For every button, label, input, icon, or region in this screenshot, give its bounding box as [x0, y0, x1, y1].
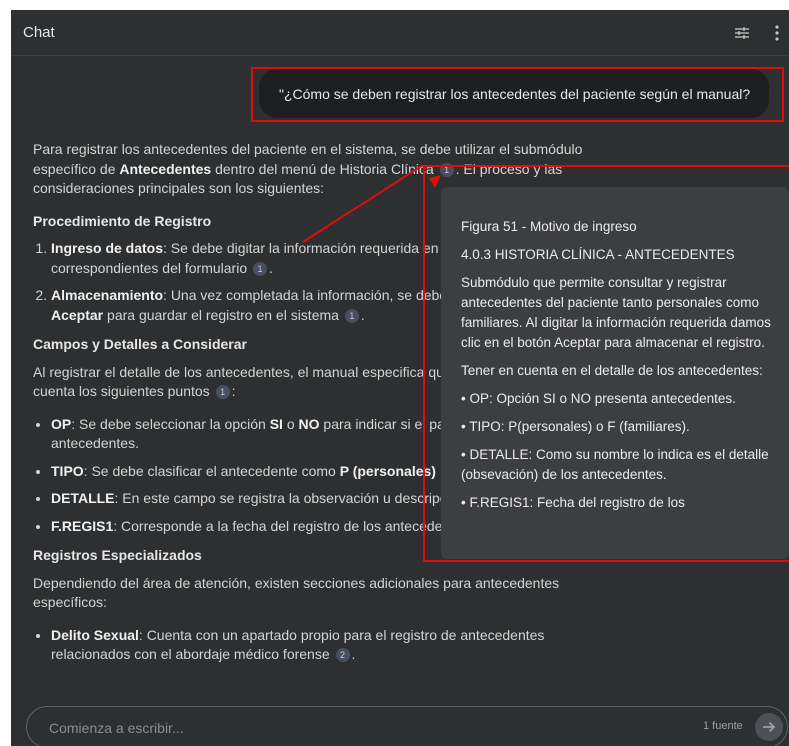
- list-item: Delito Sexual: Cuenta con un apartado pr…: [51, 626, 613, 665]
- citation-badge[interactable]: 1: [344, 308, 359, 323]
- arrow-right-icon[interactable]: [755, 713, 783, 741]
- chat-header: Chat: [11, 10, 789, 56]
- sources-count: 1 fuente: [703, 720, 743, 732]
- annotation-box-citation: [423, 165, 789, 562]
- chat-title: Chat: [23, 24, 55, 41]
- chat-panel: Chat "¿Cómo se deben registrar los antec…: [11, 10, 789, 746]
- chat-input[interactable]: [47, 717, 611, 739]
- citation-badge[interactable]: 2: [335, 648, 350, 663]
- chat-input-bar: 1 fuente: [26, 706, 788, 746]
- annotation-box-question: [251, 67, 784, 122]
- more-vert-icon[interactable]: [775, 25, 779, 41]
- citation-badge[interactable]: 1: [215, 385, 230, 400]
- citation-badge[interactable]: 1: [253, 261, 267, 276]
- specialized-list: Delito Sexual: Cuenta con un apartado pr…: [33, 626, 613, 665]
- section3-intro: Dependiendo del área de atención, existe…: [33, 574, 560, 611]
- tune-icon[interactable]: [735, 27, 749, 39]
